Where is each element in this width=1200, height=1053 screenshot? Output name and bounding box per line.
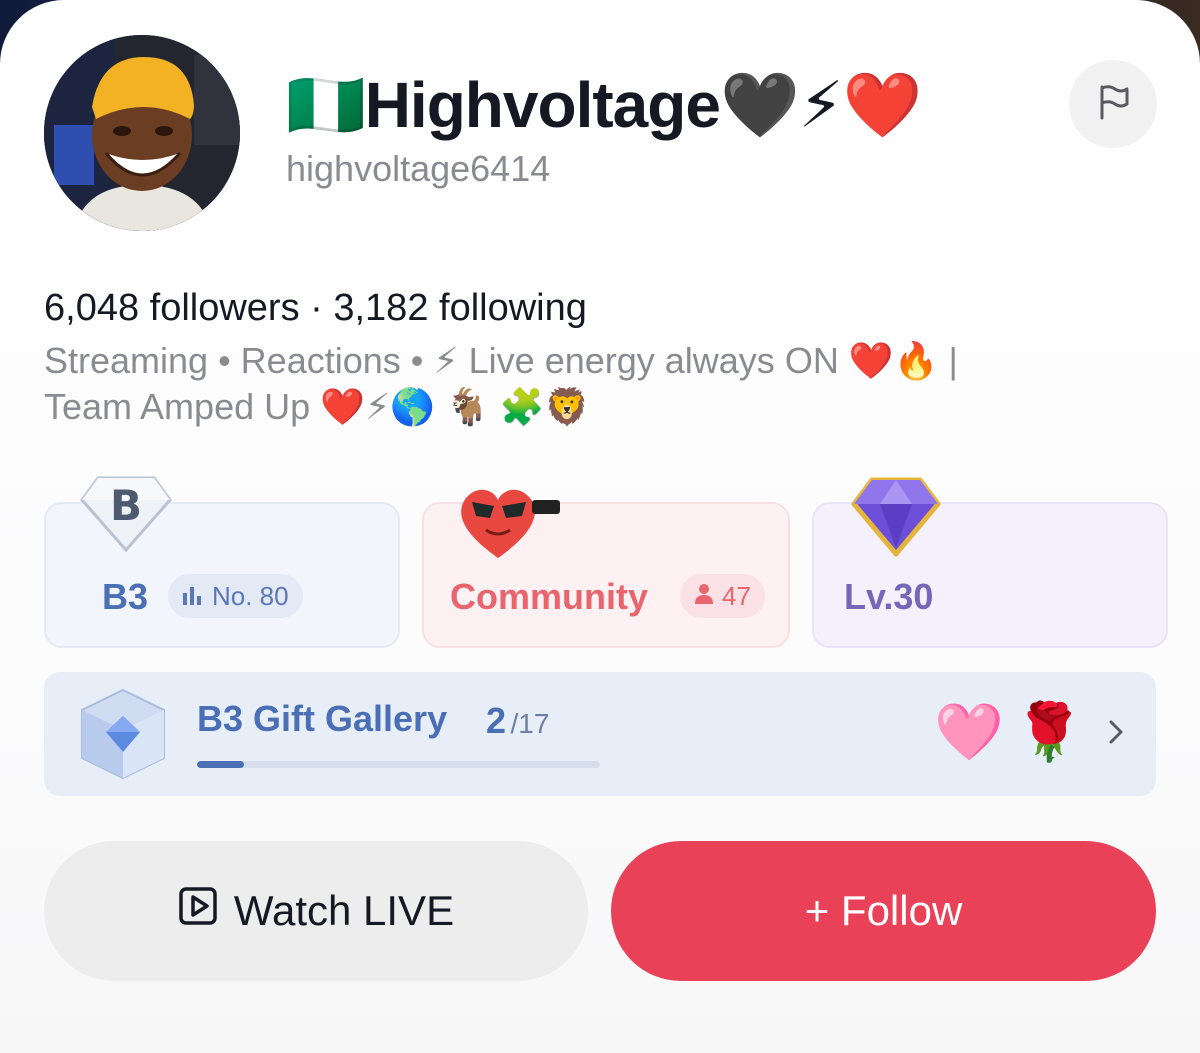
bio-line-2: Team Amped Up ❤️⚡🌎 🐐 🧩🦁 bbox=[44, 386, 590, 427]
gallery-total: /17 bbox=[510, 708, 550, 739]
person-icon bbox=[694, 581, 714, 612]
community-member-count: 47 bbox=[722, 580, 751, 611]
b3-badge-icon: B bbox=[78, 474, 174, 559]
flag-icon bbox=[1093, 82, 1133, 127]
heart-mascot-icon bbox=[454, 478, 564, 567]
watch-live-button[interactable]: Watch LIVE bbox=[44, 841, 588, 981]
gallery-cube-icon bbox=[76, 686, 170, 787]
play-icon bbox=[178, 886, 218, 936]
b3-card[interactable]: B B3 No. 80 bbox=[44, 476, 400, 648]
bio-line-1: Streaming • Reactions • ⚡ Live energy al… bbox=[44, 340, 958, 381]
rose-gift-icon: 🌹 bbox=[1014, 700, 1084, 763]
gallery-count: 2 /17 bbox=[486, 700, 549, 742]
gift-gallery-row[interactable]: B3 Gift Gallery 2 /17 🩷 🌹 bbox=[44, 672, 1156, 796]
avatar[interactable] bbox=[44, 35, 240, 231]
profile-card: 🇳🇬Highvoltage🖤⚡❤️ highvoltage6414 6,048 … bbox=[0, 0, 1200, 1053]
watch-live-label: Watch LIVE bbox=[233, 887, 455, 934]
bar-chart-icon bbox=[182, 581, 204, 612]
report-button[interactable] bbox=[1069, 60, 1157, 148]
bio: Streaming • Reactions • ⚡ Live energy al… bbox=[44, 338, 1124, 430]
level-card[interactable]: Lv.30 bbox=[812, 477, 1168, 648]
follow-counts[interactable]: 6,048 followers · 3,182 following bbox=[44, 287, 587, 330]
chevron-right-icon bbox=[1106, 718, 1126, 751]
community-card[interactable]: Community 47 bbox=[422, 489, 790, 648]
gallery-title: B3 Gift Gallery bbox=[197, 698, 448, 739]
heart-gift-icon: 🩷 bbox=[934, 700, 1004, 763]
username: highvoltage6414 bbox=[286, 148, 551, 189]
community-members-pill[interactable]: 47 bbox=[680, 574, 765, 618]
b3-label: B3 bbox=[102, 576, 149, 617]
follow-button[interactable]: + Follow bbox=[611, 841, 1156, 981]
community-label: Community bbox=[450, 576, 648, 617]
b3-rank-pill[interactable]: No. 80 bbox=[168, 574, 303, 618]
diamond-icon bbox=[850, 474, 942, 563]
gallery-progress-bar bbox=[197, 761, 600, 768]
follow-label: + Follow bbox=[804, 887, 963, 934]
gallery-progress-fill bbox=[197, 761, 245, 768]
gallery-collected: 2 bbox=[486, 700, 507, 741]
display-name: 🇳🇬Highvoltage🖤⚡❤️ bbox=[286, 69, 922, 141]
b3-rank: No. 80 bbox=[212, 580, 289, 611]
level-label: Lv.30 bbox=[844, 576, 934, 617]
b3-badge-letter: B bbox=[110, 481, 142, 530]
